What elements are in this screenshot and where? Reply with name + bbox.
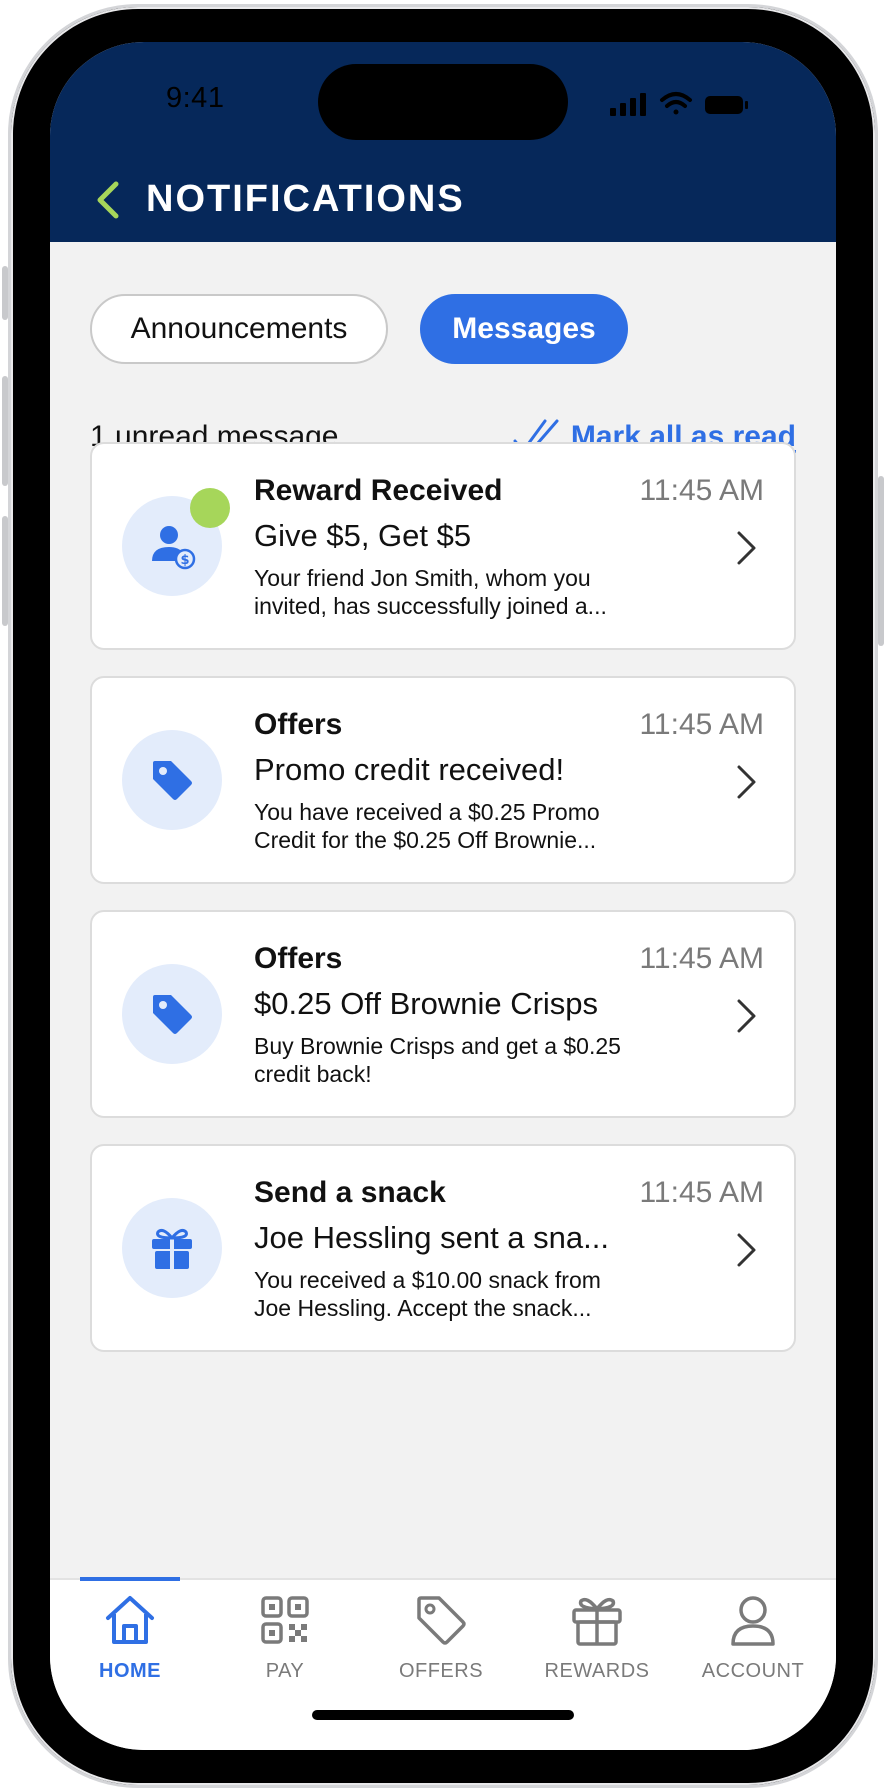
notification-card[interactable]: Offers 11:45 AM $0.25 Off Brownie Crisps… xyxy=(90,910,796,1118)
back-arrow-icon[interactable] xyxy=(88,176,132,224)
notification-icon-circle xyxy=(122,1198,222,1298)
active-tab-indicator xyxy=(80,1577,180,1581)
home-icon xyxy=(106,1596,154,1644)
nav-offers[interactable]: OFFERS xyxy=(363,1590,519,1700)
dynamic-island xyxy=(318,64,568,140)
notification-card[interactable]: $ Reward Received 11:45 AM Give $5, Get … xyxy=(90,442,796,650)
nav-rewards[interactable]: REWARDS xyxy=(519,1590,675,1700)
notification-category: Offers xyxy=(254,942,343,975)
phone-screen: 9:41 NOTIFICATIONS Announcements Message… xyxy=(50,42,836,1750)
chevron-right-icon xyxy=(737,531,756,565)
nav-account[interactable]: ACCOUNT xyxy=(675,1590,831,1700)
notification-time: 11:45 AM xyxy=(639,474,764,507)
cellular-signal-icon xyxy=(610,93,646,116)
title-row: NOTIFICATIONS xyxy=(50,172,836,232)
battery-icon xyxy=(705,96,748,114)
notification-category: Reward Received xyxy=(254,474,503,507)
nav-home-label: HOME xyxy=(99,1660,161,1682)
tab-messages[interactable]: Messages xyxy=(420,294,628,364)
tab-announcements[interactable]: Announcements xyxy=(90,294,388,364)
status-bar-icons xyxy=(610,92,748,116)
bottom-tab-bar: HOME PAY OFFERS REWARDS ACCOUNT xyxy=(50,1577,836,1750)
nav-offers-label: OFFERS xyxy=(398,1660,484,1682)
nav-pay-label: PAY xyxy=(265,1660,305,1682)
notification-title: Promo credit received! xyxy=(254,752,565,787)
notification-category: Send a snack xyxy=(254,1176,446,1209)
nav-home[interactable]: HOME xyxy=(52,1590,208,1700)
notification-body: Your friend Jon Smith, whom you invited,… xyxy=(254,565,607,619)
app-header: 9:41 NOTIFICATIONS xyxy=(50,42,836,242)
unread-indicator-dot xyxy=(190,488,230,528)
notification-card[interactable]: Offers 11:45 AM Promo credit received! Y… xyxy=(90,676,796,884)
nav-rewards-label: REWARDS xyxy=(544,1660,650,1682)
notification-time: 11:45 AM xyxy=(639,1176,764,1209)
home-indicator-bar xyxy=(312,1710,574,1720)
svg-text:$: $ xyxy=(180,553,189,568)
notification-time: 11:45 AM xyxy=(639,942,764,975)
qr-code-icon xyxy=(261,1596,309,1644)
chevron-right-icon xyxy=(737,765,756,799)
chevron-right-icon xyxy=(737,1233,756,1267)
tag-icon xyxy=(153,761,192,800)
gift-icon xyxy=(572,1597,622,1646)
notification-icon-circle xyxy=(122,964,222,1064)
gift-icon xyxy=(152,1229,192,1269)
phone-power-button xyxy=(878,476,884,646)
person-icon xyxy=(731,1596,775,1646)
notification-time: 11:45 AM xyxy=(639,708,764,741)
page-title: NOTIFICATIONS xyxy=(146,178,465,220)
status-bar-time: 9:41 xyxy=(166,82,225,114)
nav-account-label: ACCOUNT xyxy=(701,1660,805,1682)
notification-title: $0.25 Off Brownie Crisps xyxy=(254,986,599,1021)
notification-category: Offers xyxy=(254,708,343,741)
notification-title: Give $5, Get $5 xyxy=(254,518,472,553)
user-dollar-icon: $ xyxy=(152,526,196,570)
notification-card[interactable]: Send a snack 11:45 AM Joe Hessling sent … xyxy=(90,1144,796,1352)
nav-pay[interactable]: PAY xyxy=(207,1590,363,1700)
notification-body: Buy Brownie Crisps and get a $0.25 credi… xyxy=(254,1033,621,1087)
tag-icon xyxy=(153,995,192,1034)
notification-body: You have received a $0.25 Promo Credit f… xyxy=(254,799,600,853)
notification-body: You received a $10.00 snack from Joe Hes… xyxy=(254,1267,601,1321)
tag-icon xyxy=(417,1596,466,1645)
notification-title: Joe Hessling sent a sna... xyxy=(254,1220,609,1255)
wifi-icon xyxy=(660,92,692,115)
chevron-right-icon xyxy=(737,999,756,1033)
notification-icon-circle xyxy=(122,730,222,830)
